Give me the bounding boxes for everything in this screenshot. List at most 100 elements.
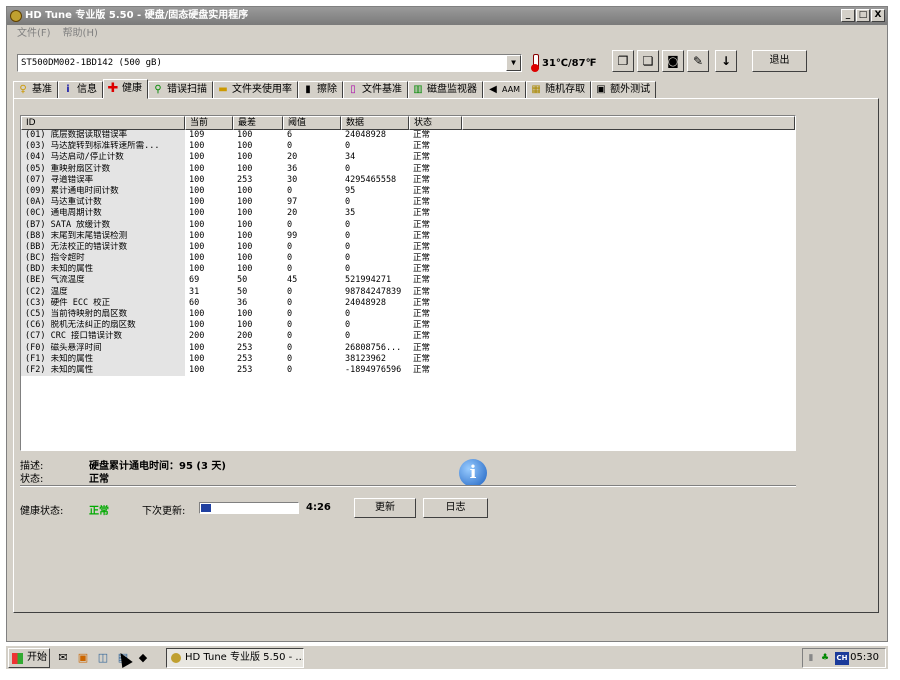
cell-data: 4295465558: [345, 174, 397, 185]
close-button[interactable]: X: [871, 9, 885, 22]
header-worst[interactable]: 最差: [233, 116, 283, 130]
table-row[interactable]: (BC) 指令超时 100 100 0 0 正常: [21, 253, 462, 265]
header-status[interactable]: 状态: [409, 116, 462, 130]
screenshot-button[interactable]: ◙: [662, 50, 684, 72]
smart-table[interactable]: ID 当前 最差 阈值 数据 状态 (01) 底层数据读取错误率 109 100 6 2…: [20, 115, 796, 451]
table-row[interactable]: (07) 寻道错误率 100 253 30 4295465558 正常: [21, 174, 462, 186]
cell-data: 0: [345, 331, 351, 342]
menu-help[interactable]: 帮助(H): [57, 26, 104, 42]
tab-benchmark[interactable]: ♀ 基准: [13, 81, 58, 99]
table-row[interactable]: (C5) 当前待映射的扇区数 100 100 0 0 正常: [21, 309, 462, 321]
cell-threshold: 0: [287, 364, 293, 375]
table-row[interactable]: (01) 底层数据读取错误率 109 100 6 24048928 正常: [21, 130, 462, 142]
cell-current: 100: [189, 253, 205, 264]
tab-disk-monitor[interactable]: ▥ 磁盘监视器: [408, 81, 483, 99]
cell-current: 100: [189, 219, 205, 230]
table-row[interactable]: (0C) 通电周期计数 100 100 20 35 正常: [21, 208, 462, 220]
table-row[interactable]: (BE) 气流温度 69 50 45 521994271 正常: [21, 275, 462, 287]
cell-data: 0: [345, 320, 351, 331]
table-row[interactable]: (05) 重映射扇区计数 100 100 36 0 正常: [21, 163, 462, 175]
quicklaunch-tool-icon[interactable]: ◆: [136, 651, 150, 665]
table-row[interactable]: (09) 累计通电时间计数 100 100 0 95 正常: [21, 185, 462, 198]
cell-threshold: 0: [287, 141, 293, 152]
cell-data: 0: [345, 264, 351, 275]
table-row[interactable]: (C3) 硬件 ECC 校正 60 36 0 24048928 正常: [21, 297, 462, 309]
table-row[interactable]: (0A) 马达重试计数 100 100 97 0 正常: [21, 197, 462, 209]
table-row[interactable]: (BD) 未知的属性 100 100 0 0 正常: [21, 264, 462, 276]
table-rows: (01) 底层数据读取错误率 109 100 6 24048928 正常 (03) 马达旋转…: [21, 130, 462, 377]
cell-data: 98784247839: [345, 286, 402, 297]
tab-extra-tests[interactable]: ▣ 额外测试: [591, 81, 657, 99]
cell-data: 0: [345, 309, 351, 319]
exit-button[interactable]: 退出: [752, 50, 807, 72]
quicklaunch-network-icon[interactable]: ◫: [96, 651, 110, 665]
tab-error-scan[interactable]: ⚲ 错误扫描: [148, 81, 213, 99]
header-current[interactable]: 当前: [185, 116, 233, 130]
cell-id: (C2) 温度: [21, 286, 185, 298]
copy-all-button[interactable]: ❏: [637, 50, 659, 72]
tab-health[interactable]: ✚ 健康: [103, 79, 148, 99]
table-row[interactable]: (B7) SATA 放缓计数 100 100 0 0 正常: [21, 219, 462, 231]
cell-current: 100: [189, 185, 205, 196]
cell-id: (C6) 脱机无法纠正的扇区数: [21, 320, 185, 332]
cell-current: 100: [189, 342, 205, 353]
tab-aam[interactable]: ◀ AAM: [483, 81, 527, 99]
cell-worst: 100: [237, 219, 253, 230]
cell-current: 100: [189, 320, 205, 331]
tab-random-access[interactable]: ▦ 随机存取: [526, 81, 592, 99]
tab-info[interactable]: i 信息: [58, 81, 103, 99]
thermometer-icon: [531, 54, 539, 72]
cell-current: 31: [189, 286, 200, 297]
options-button[interactable]: ✎: [687, 50, 709, 72]
table-row[interactable]: (BB) 无法校正的错误计数 100 100 0 0 正常: [21, 241, 462, 254]
table-row[interactable]: (04) 马达启动/停止计数 100 100 20 34 正常: [21, 152, 462, 164]
minimize-button[interactable]: _: [841, 9, 855, 22]
maximize-button[interactable]: □: [856, 9, 870, 22]
table-row[interactable]: (C2) 温度 31 50 0 98784247839 正常: [21, 286, 462, 298]
table-row[interactable]: (C7) CRC 接口错误计数 200 200 0 0 正常: [21, 331, 462, 343]
cell-id: (F2) 未知的属性: [21, 364, 185, 377]
header-data[interactable]: 数据: [341, 116, 409, 130]
tab-file-benchmark[interactable]: ▯ 文件基准: [343, 81, 408, 99]
tab-erase[interactable]: ▮ 擦除: [298, 81, 343, 99]
cell-status: 正常: [413, 163, 431, 174]
save-button[interactable]: ↓: [715, 50, 737, 72]
refresh-button[interactable]: 更新: [354, 498, 416, 518]
table-row[interactable]: (F1) 未知的属性 100 253 0 38123962 正常: [21, 353, 462, 365]
language-indicator[interactable]: CH: [835, 652, 849, 665]
table-row[interactable]: (F0) 磁头悬浮时间 100 253 0 26808756... 正常: [21, 342, 462, 354]
cell-data: 24048928: [345, 297, 386, 308]
chevron-down-icon[interactable]: ▼: [506, 55, 521, 71]
log-button[interactable]: 日志: [423, 498, 488, 518]
cell-threshold: 0: [287, 253, 293, 264]
status-label: 状态:: [20, 474, 44, 485]
temperature-display: 31℃/87℉: [531, 52, 596, 74]
tray-network-icon[interactable]: ♣: [819, 652, 831, 664]
table-row[interactable]: (F2) 未知的属性 100 253 0 -1894976596 正常: [21, 364, 462, 377]
update-progress-bar: [199, 502, 299, 514]
taskbar-hdtune[interactable]: HD Tune 专业版 5.50 - ...: [166, 648, 304, 668]
drive-select[interactable]: ST500DM002-1BD142 (500 gB) ▼: [17, 54, 522, 72]
cell-data: 0: [345, 141, 351, 152]
quicklaunch-app-icon[interactable]: ✉: [56, 651, 70, 665]
cell-threshold: 97: [287, 197, 298, 208]
start-button[interactable]: 开始: [8, 648, 50, 668]
cell-status: 正常: [413, 130, 431, 140]
folder-icon: ▬: [218, 84, 228, 95]
header-threshold[interactable]: 阈值: [283, 116, 341, 130]
table-row[interactable]: (B8) 末尾到末尾错误检测 100 100 99 0 正常: [21, 230, 462, 242]
quicklaunch-folder-icon[interactable]: ▣: [76, 651, 90, 665]
copy-info-button[interactable]: ❐: [612, 50, 634, 72]
table-row[interactable]: (03) 马达旋转到标准转速所需... 100 100 0 0 正常: [21, 141, 462, 153]
title-bar[interactable]: HD Tune 专业版 5.50 - 硬盘/固态硬盘实用程序 _ □ X: [7, 7, 887, 25]
tray-temp-icon[interactable]: ▮: [805, 652, 817, 664]
cell-threshold: 0: [287, 219, 293, 230]
table-row[interactable]: (C6) 脱机无法纠正的扇区数 100 100 0 0 正常: [21, 320, 462, 332]
cell-current: 100: [189, 163, 205, 174]
menu-file[interactable]: 文件(F): [11, 26, 57, 42]
tab-bar: ♀ 基准 i 信息 ✚ 健康 ⚲ 错误扫描 ▬ 文件夹使用率 ▮ 擦除 ▯ 文件基准 ▥ 磁盘监…: [13, 79, 657, 99]
cell-status: 正常: [413, 364, 431, 375]
header-id[interactable]: ID: [21, 116, 185, 130]
tab-folder-usage[interactable]: ▬ 文件夹使用率: [213, 81, 298, 99]
cell-id: (03) 马达旋转到标准转速所需...: [21, 141, 185, 153]
